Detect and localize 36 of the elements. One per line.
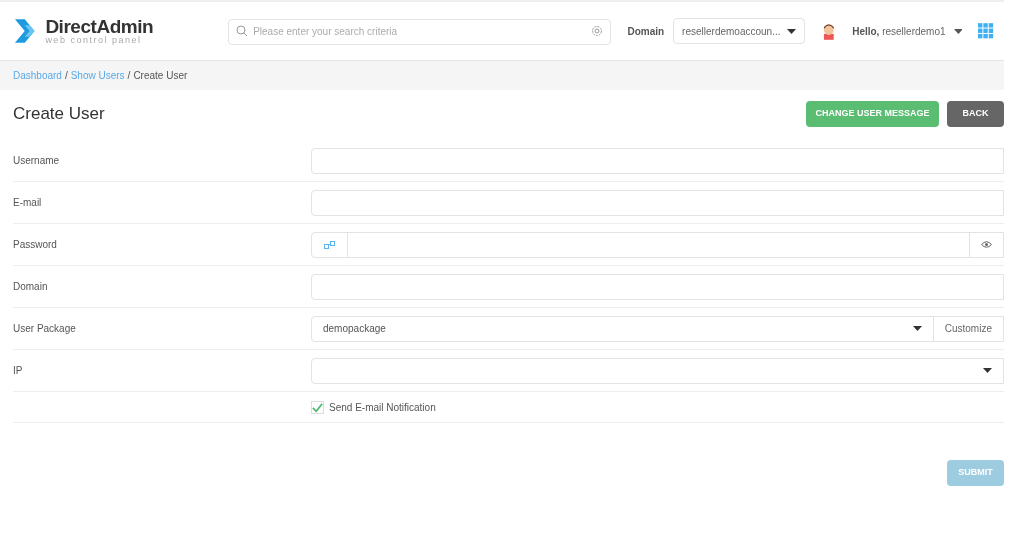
logo-title: DirectAdmin — [45, 17, 154, 36]
input-field[interactable] — [311, 189, 1004, 216]
caret-icon — [786, 28, 796, 34]
breadcrumb-separator: / — [63, 69, 69, 83]
caret-icon — [983, 368, 992, 373]
breadcrumb-current: Create User — [133, 69, 188, 83]
logo-subtitle: web control panel — [45, 36, 143, 45]
domain-select[interactable]: resellerdemoaccoun... — [673, 18, 805, 44]
settings-icon[interactable] — [591, 25, 604, 37]
field-label: Username — [13, 154, 61, 168]
customize-button[interactable]: Customize — [944, 321, 992, 336]
checkbox[interactable] — [311, 400, 324, 414]
eye-icon[interactable] — [981, 241, 992, 248]
caret-icon — [912, 326, 922, 331]
page-title: Create User — [13, 102, 105, 125]
apps-grid-icon[interactable] — [978, 23, 994, 39]
back-button[interactable]: BACK — [947, 100, 1004, 127]
input-field[interactable] — [311, 273, 1004, 300]
breadcrumb-separator: / — [126, 69, 132, 83]
field-label: Password — [13, 238, 58, 252]
field-label: E-mail — [13, 196, 43, 210]
select-field[interactable] — [311, 357, 1004, 384]
input-field[interactable] — [311, 147, 1004, 174]
field-label: Domain — [13, 280, 49, 294]
generate-password-icon[interactable] — [324, 240, 335, 249]
checkbox-label: Send E-mail Notification — [329, 400, 436, 415]
domain-label: Domain — [627, 24, 665, 39]
greeting-text[interactable]: Hello, resellerdemo1 — [852, 23, 946, 39]
caret-icon[interactable] — [953, 28, 963, 34]
field-label: IP — [13, 364, 24, 378]
field-label: User Package — [13, 322, 77, 336]
search-field[interactable]: Please enter your search criteria — [228, 18, 612, 45]
select-field[interactable]: demopackage Customize — [311, 315, 1004, 342]
password-field[interactable] — [311, 231, 1004, 258]
search-icon — [236, 25, 249, 37]
checkmark-icon — [312, 401, 323, 413]
